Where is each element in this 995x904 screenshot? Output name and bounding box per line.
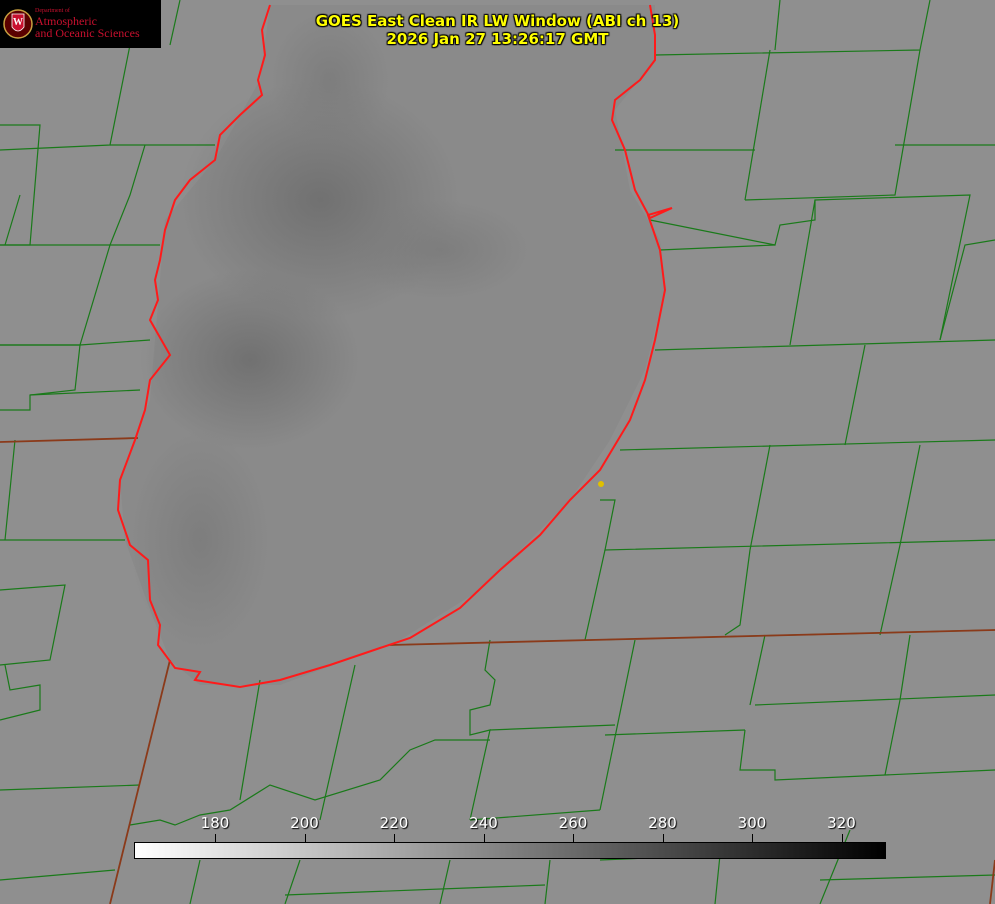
colorbar-tick-mark bbox=[573, 834, 574, 842]
colorbar-tick-mark bbox=[662, 834, 664, 842]
colorbar-tick-mark bbox=[841, 834, 843, 842]
uw-seal-icon: W bbox=[3, 9, 33, 39]
colorbar-tick-mark bbox=[752, 834, 753, 842]
svg-text:W: W bbox=[13, 17, 23, 28]
colorbar-tick-mark bbox=[215, 834, 216, 842]
colorbar-tick-label: 240 bbox=[469, 814, 498, 832]
temperature-colorbar bbox=[134, 842, 886, 859]
aos-logo: W Department of Atmospheric and Oceanic … bbox=[0, 0, 161, 48]
location-marker bbox=[598, 481, 604, 487]
colorbar-tick-label: 180 bbox=[200, 814, 230, 832]
satellite-map bbox=[0, 0, 995, 904]
title-product: GOES East Clean IR LW Window (ABI ch 13) bbox=[315, 12, 680, 30]
logo-line-2: and Oceanic Sciences bbox=[35, 26, 140, 40]
logo-text: Department of Atmospheric and Oceanic Sc… bbox=[35, 8, 140, 39]
colorbar-tick-label: 280 bbox=[648, 814, 677, 832]
title-timestamp: 2026 Jan 27 13:26:17 GMT bbox=[386, 30, 609, 48]
colorbar-tick-label: 220 bbox=[379, 814, 409, 832]
colorbar-tick-mark bbox=[483, 834, 485, 842]
colorbar-tick-label: 320 bbox=[827, 814, 856, 832]
colorbar-tick-label: 260 bbox=[558, 814, 588, 832]
image-title: GOES East Clean IR LW Window (ABI ch 13)… bbox=[250, 12, 745, 48]
colorbar-tick-label: 200 bbox=[290, 814, 319, 832]
colorbar-tick-mark bbox=[394, 834, 395, 842]
colorbar-tick-mark bbox=[304, 834, 306, 842]
colorbar-tick-label: 300 bbox=[737, 814, 767, 832]
